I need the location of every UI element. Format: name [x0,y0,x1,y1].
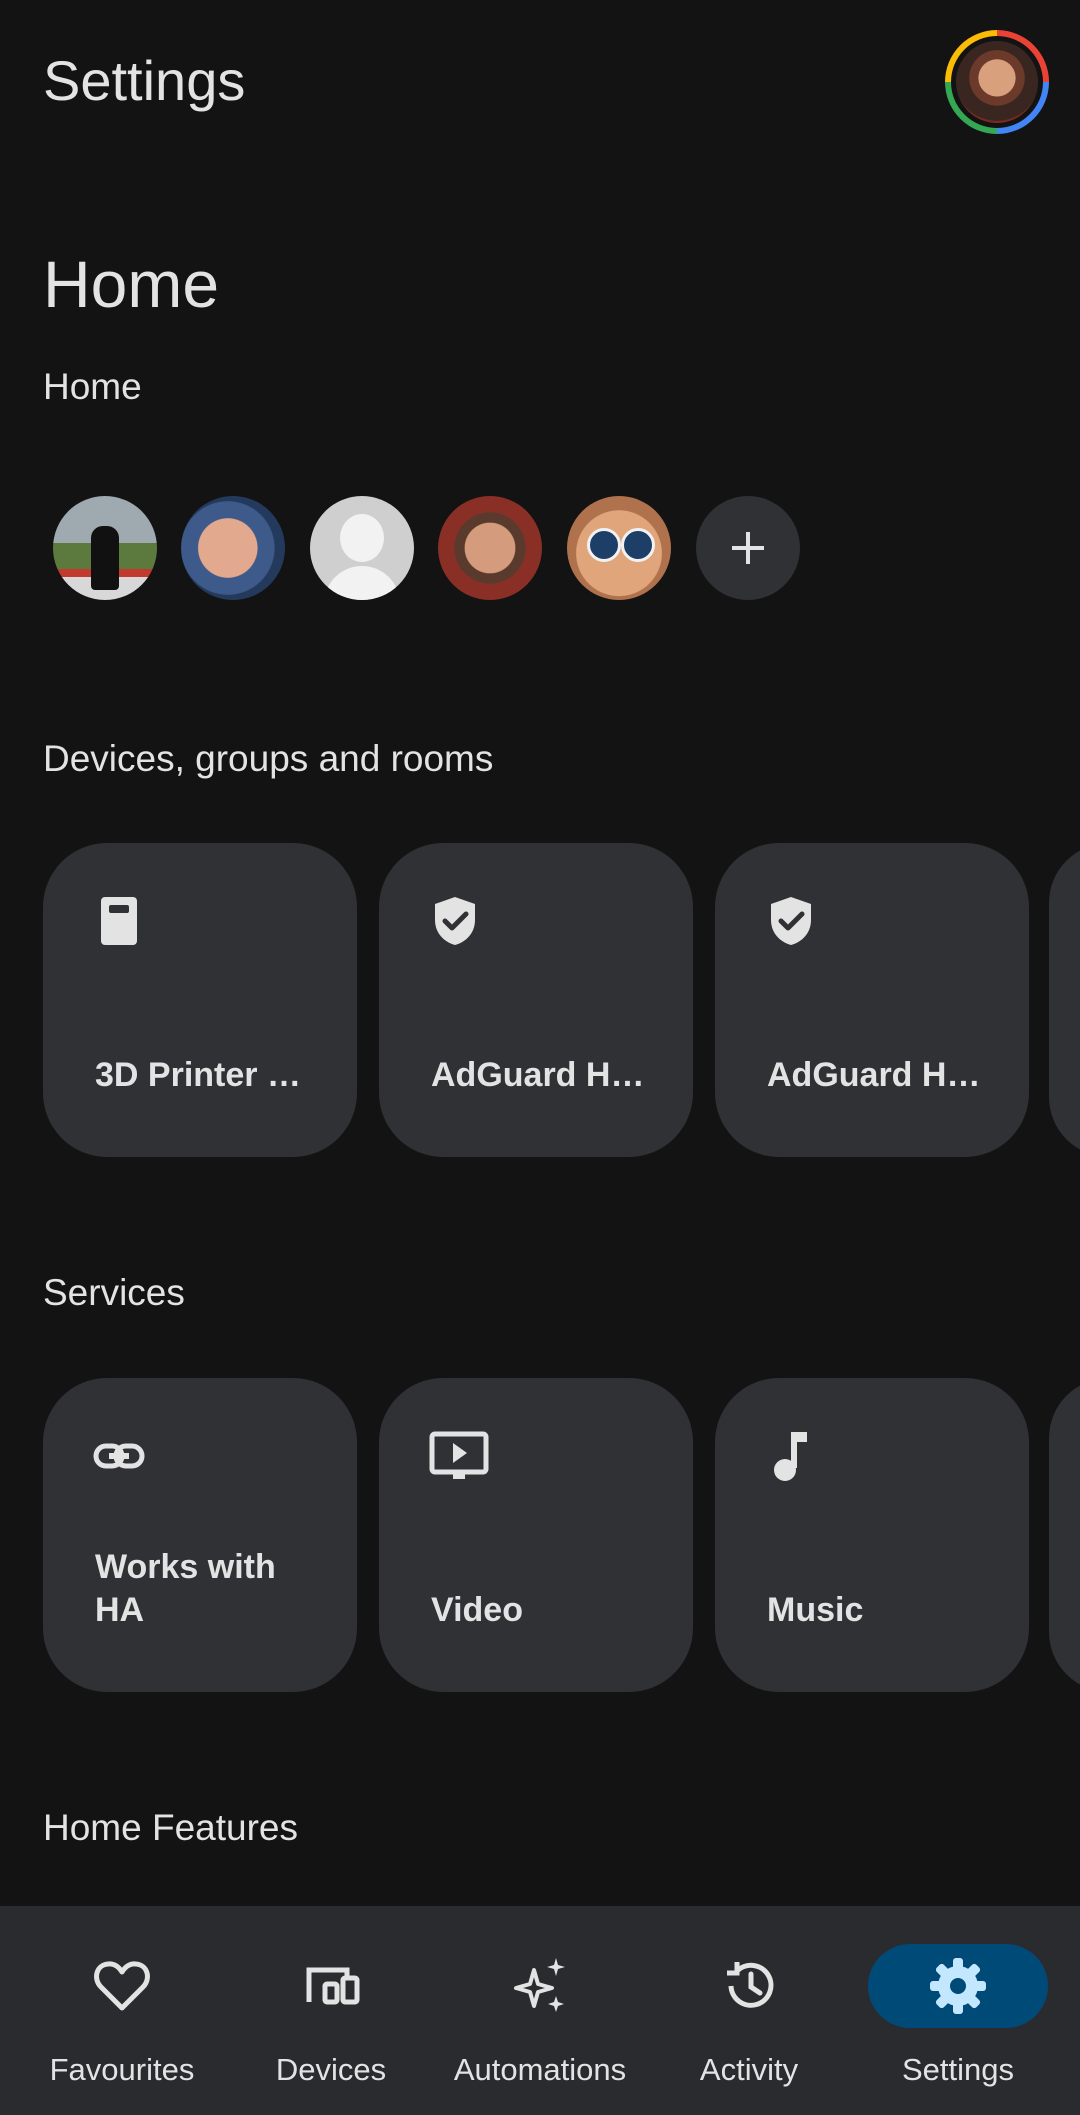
device-card-peek[interactable] [1049,843,1080,1157]
sparkle-icon [514,1958,565,2012]
shield-check-icon [435,897,475,945]
member-photo-eye [587,528,621,562]
nav-label: Devices [275,2052,387,2087]
devices-icon [306,1967,360,2005]
nav-item-favourites[interactable]: Favourites [14,1906,230,2115]
device-card-label: AdGuard H… [431,1056,645,1094]
nav-label: Activity [699,2052,799,2087]
bottom-navigation: Favourites Devices Automations Activity [0,1906,1080,2115]
shield-check-icon [771,897,811,945]
home-name[interactable]: Home [43,366,142,408]
heart-icon [94,1961,150,2011]
nav-label: Automations [453,2052,627,2087]
nav-item-devices[interactable]: Devices [223,1906,439,2115]
device-card[interactable]: 3D Printer … [43,843,357,1157]
member-photo [91,526,119,590]
music-note-icon [774,1432,807,1481]
nav-item-activity[interactable]: Activity [641,1906,857,2115]
member-avatar[interactable] [181,496,285,600]
service-card[interactable]: Music [715,1378,1029,1692]
member-avatar[interactable] [438,496,542,600]
page-title: Settings [43,49,246,112]
history-icon [727,1962,774,2008]
link-icon [93,1443,145,1469]
section-title-services: Services [43,1272,185,1313]
account-avatar-photo [956,41,1038,123]
nav-label: Settings [901,2052,1014,2087]
nav-label: Favourites [49,2052,195,2087]
member-photo-eye [621,528,655,562]
service-card[interactable]: Video [379,1378,693,1692]
device-card-label: 3D Printer … [95,1056,301,1094]
video-play-icon [429,1431,489,1479]
add-member-button[interactable] [696,496,800,600]
member-avatar[interactable] [53,496,157,600]
device-card-label: AdGuard H… [767,1056,981,1094]
default-avatar-body [324,566,400,600]
service-card-label: Works with HA [95,1548,276,1629]
service-card-peek[interactable] [1049,1378,1080,1692]
account-avatar[interactable] [945,30,1049,134]
service-card-label: Video [431,1591,523,1629]
nav-item-settings[interactable]: Settings [850,1906,1066,2115]
section-title-features: Home Features [43,1807,298,1848]
service-card-label: Music [767,1591,864,1629]
device-card[interactable]: AdGuard H… [379,843,693,1157]
tablet-icon [101,897,137,945]
plus-icon [732,532,764,564]
default-avatar-head [340,514,384,562]
section-title-devices: Devices, groups and rooms [43,738,494,779]
service-card[interactable]: Works with HA [43,1378,357,1692]
member-avatar[interactable] [310,496,414,600]
nav-item-automations[interactable]: Automations [432,1906,648,2115]
member-avatar[interactable] [567,496,671,600]
home-heading: Home [43,247,220,321]
device-card[interactable]: AdGuard H… [715,843,1029,1157]
gear-icon [930,1958,986,2014]
